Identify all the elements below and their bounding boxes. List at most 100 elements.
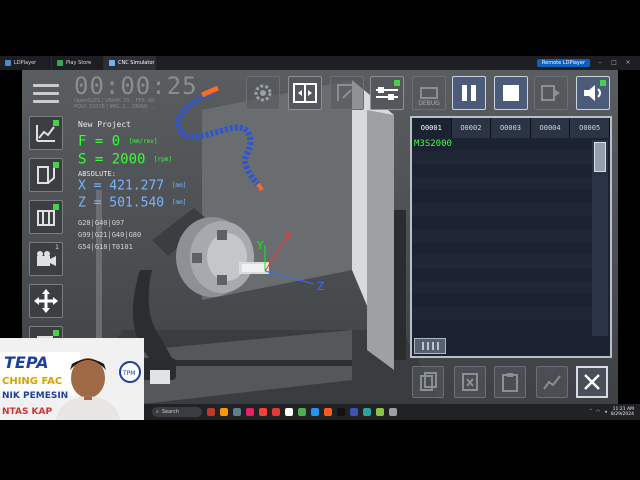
keyboard-button[interactable] [414, 338, 446, 354]
active-indicator [600, 80, 606, 86]
tab-o0003[interactable]: O0003 [491, 118, 531, 138]
close-window-icon[interactable]: × [624, 60, 632, 66]
app-icon[interactable] [376, 408, 384, 416]
graph-icon [36, 125, 55, 142]
minimize-icon[interactable]: – [596, 60, 604, 66]
taskbar-clock[interactable]: 11:21 AM 8/29/2024 [611, 407, 634, 417]
x-position-readout: X = 421.277 [mm] [78, 178, 194, 195]
program-editor-button[interactable] [29, 116, 63, 150]
app-icon[interactable] [285, 408, 293, 416]
app-icon[interactable] [272, 408, 280, 416]
gcode-line: G28|G40|G97 [78, 219, 125, 227]
axis-x-label: X [284, 230, 292, 243]
program-scrollbar[interactable] [592, 140, 608, 336]
code-line[interactable] [412, 320, 592, 333]
stop-button[interactable] [494, 76, 528, 110]
code-line[interactable] [412, 229, 592, 242]
simulate-graph-button[interactable] [536, 366, 568, 398]
spindle-speed-unit: [rpm] [153, 155, 172, 163]
code-line[interactable] [412, 164, 592, 177]
app-icon[interactable] [246, 408, 254, 416]
close-panel-button[interactable] [576, 366, 608, 398]
copy-button[interactable] [412, 366, 444, 398]
code-line[interactable] [412, 255, 592, 268]
spindle-speed-value: S = 2000 [78, 151, 146, 167]
camera-index: 1 [55, 244, 59, 251]
code-line[interactable] [412, 203, 592, 216]
play-store-icon [57, 60, 63, 66]
export-button[interactable] [534, 76, 568, 110]
app-icon[interactable] [363, 408, 371, 416]
banner-text: TEPA [4, 353, 48, 372]
active-indicator [53, 162, 59, 168]
debug-button[interactable]: DEBUG [412, 76, 446, 110]
x-position-value: X = 421.277 [78, 178, 165, 194]
x-position-unit: [mm] [171, 182, 187, 189]
gcode-line: G99|G21|G40|G80 [78, 231, 142, 239]
tab-o0001[interactable]: O0001 [412, 118, 452, 138]
measure-button[interactable] [330, 76, 364, 110]
render-stats-line: POLY: 32078 | IMG: 2... DRAW: ... [74, 104, 155, 110]
os-tab-cnc-simulator[interactable]: CNC Simulator [104, 56, 156, 70]
code-line[interactable] [412, 151, 592, 164]
delete-file-icon [462, 373, 478, 391]
wifi-icon[interactable]: ◠ [596, 409, 600, 415]
code-line[interactable] [412, 177, 592, 190]
tool-setup-button[interactable] [370, 76, 404, 110]
volume-icon[interactable]: ◂ [604, 409, 607, 415]
os-tab-ldplayer[interactable]: LDPlayer [0, 56, 52, 70]
cnc-app-icon [109, 60, 115, 66]
app-icon[interactable] [259, 408, 267, 416]
close-icon [584, 374, 600, 390]
app-icon[interactable] [324, 408, 332, 416]
app-icon[interactable] [298, 408, 306, 416]
active-indicator [53, 120, 59, 126]
banner-text: CHING FAC [2, 376, 62, 387]
render-stats: OpenGLES | VRAM: 70... FPS: 60 POLY: 320… [74, 98, 155, 110]
sound-button[interactable] [576, 76, 610, 110]
active-indicator [394, 80, 400, 86]
system-tray: ˄ ◠ ◂ 11:21 AM 8/29/2024 [590, 407, 640, 417]
remote-badge[interactable]: Remote LDPlayer [536, 59, 590, 67]
z-position-value: Z = 501.540 [78, 195, 165, 210]
taskbar-search[interactable]: ⌕ Search [152, 407, 202, 417]
pause-button[interactable] [452, 76, 486, 110]
search-placeholder: Search [161, 409, 179, 415]
tab-o0005[interactable]: O0005 [570, 118, 610, 138]
code-line[interactable] [412, 268, 592, 281]
screen: LDPlayer Play Store CNC Simulator Remote… [0, 0, 640, 480]
machine-info-panel: New Project F = 0 [mm/rev] S = 2000 [rpm… [78, 120, 194, 253]
code-line[interactable]: M3S2000 [412, 138, 592, 151]
scrollbar-thumb[interactable] [594, 142, 606, 172]
code-line[interactable] [412, 190, 592, 203]
paste-button[interactable] [494, 366, 526, 398]
code-line[interactable] [412, 307, 592, 320]
code-line[interactable] [412, 281, 592, 294]
code-line[interactable] [412, 294, 592, 307]
program-code-area[interactable]: M3S2000 [412, 138, 592, 336]
menu-button[interactable] [29, 76, 63, 110]
app-icon[interactable] [337, 408, 345, 416]
coordinate-mode: ABSOLUTE: [78, 170, 116, 178]
camera-button[interactable]: 1 [29, 242, 63, 276]
machine-doors-button[interactable] [288, 76, 322, 110]
app-icon[interactable] [207, 408, 215, 416]
maximize-icon[interactable]: □ [610, 60, 618, 66]
app-icon[interactable] [233, 408, 241, 416]
app-icon[interactable] [389, 408, 397, 416]
toolpath-button[interactable] [29, 158, 63, 192]
app-icon[interactable] [220, 408, 228, 416]
tools-button[interactable] [29, 200, 63, 234]
app-icon[interactable] [311, 408, 319, 416]
settings-button[interactable] [246, 76, 280, 110]
tab-o0004[interactable]: O0004 [531, 118, 571, 138]
move-view-button[interactable] [29, 284, 63, 318]
os-tab-play-store[interactable]: Play Store [52, 56, 104, 70]
chevron-up-icon[interactable]: ˄ [590, 409, 593, 415]
paste-icon [502, 373, 518, 392]
delete-program-button[interactable] [454, 366, 486, 398]
code-line[interactable] [412, 242, 592, 255]
tab-o0002[interactable]: O0002 [452, 118, 492, 138]
app-icon[interactable] [350, 408, 358, 416]
code-line[interactable] [412, 216, 592, 229]
